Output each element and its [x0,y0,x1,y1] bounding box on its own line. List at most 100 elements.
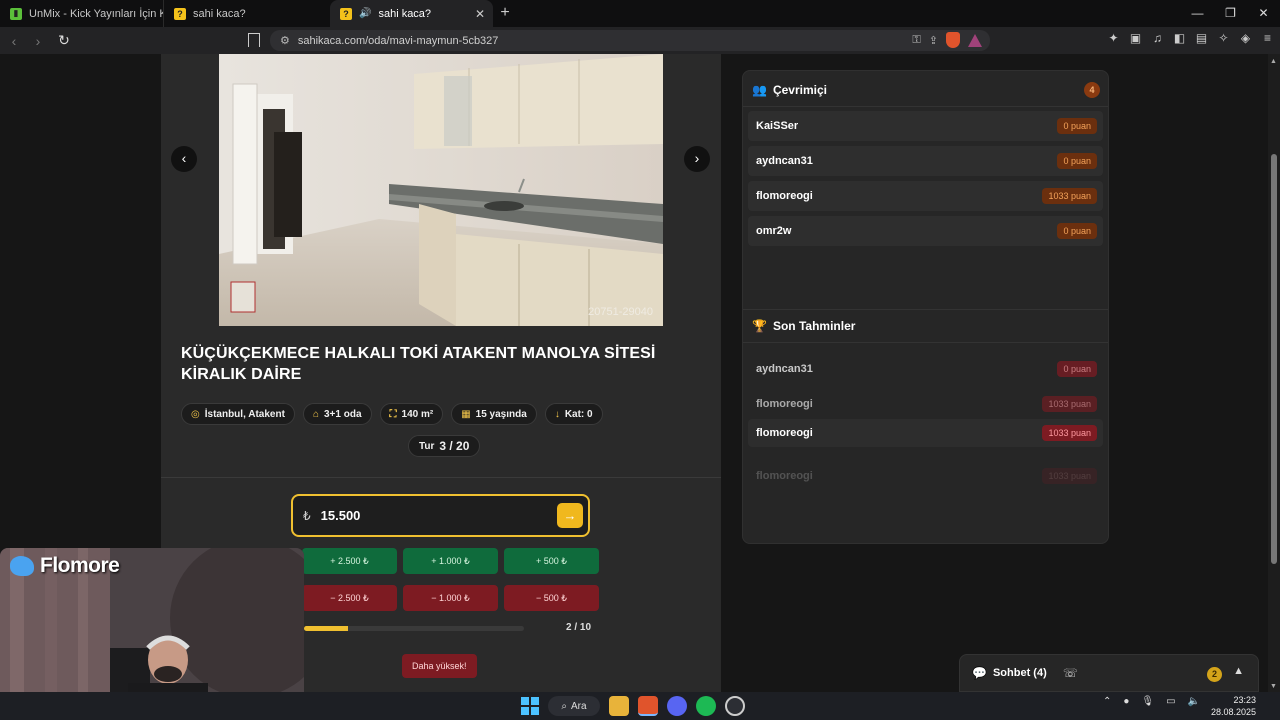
share-icon[interactable]: ⇪ [929,34,938,47]
window-controls: — ❐ ✕ [1181,0,1280,27]
brave-rewards-icon[interactable] [968,33,982,47]
clock-time: 23:23 [1233,695,1256,705]
guess-row: flomoreogi 1033 puan [748,419,1103,447]
streamer-name-text: Flomore [40,554,120,577]
brave-browser-icon[interactable] [638,696,658,716]
area-icon: ⛶ [389,408,397,420]
attempts-progress [304,626,524,631]
guess-input[interactable] [320,508,521,523]
plus-2500-button[interactable]: + 2.500 ₺ [302,548,397,574]
key-icon[interactable]: ⚿ [912,34,920,47]
bookmark-icon[interactable] [248,33,260,47]
chat-unread-badge: 2 [1207,667,1222,682]
unmix-favicon: ▮ [10,7,22,20]
player-points: 0 puan [1057,153,1097,169]
minus-1000-button[interactable]: − 1.000 ₺ [403,585,498,611]
location-chip: ◎ İstanbul, Atakent [181,403,295,425]
new-tab-button[interactable]: + [493,0,517,27]
reload-icon[interactable]: ↻ [54,32,74,49]
phone-icon[interactable]: ☏ [1063,666,1078,680]
search-label: Ara [571,700,587,712]
plus-1000-button[interactable]: + 1.000 ₺ [403,548,498,574]
chat-bar[interactable]: 💬 Sohbet (4) ☏ 2 ▲ [959,654,1259,692]
display-icon[interactable]: ▭ [1166,696,1175,707]
twitter-icon [10,556,34,576]
vpn-icon[interactable]: ◈ [1239,31,1252,45]
brave-shield-icon[interactable] [946,32,960,48]
chip-label: İstanbul, Atakent [204,408,285,420]
next-photo-button[interactable]: › [684,146,710,172]
online-count-badge: 4 [1084,82,1100,98]
recent-guesses-title: Son Tahminler [772,319,856,333]
site-settings-icon[interactable]: ⚙ [280,34,290,47]
floor-icon: ↓ [554,408,560,420]
scroll-down-icon[interactable]: ▼ [1270,683,1277,690]
decrease-buttons: − 2.500 ₺ − 1.000 ₺ − 500 ₺ [302,585,599,611]
minus-500-button[interactable]: − 500 ₺ [504,585,599,611]
tab-sahikaca-1[interactable]: ? sahi kaca? [163,0,328,27]
file-explorer-icon[interactable] [609,696,629,716]
chip-label: 140 m² [401,408,434,420]
plus-500-button[interactable]: + 500 ₺ [504,548,599,574]
guess-player: flomoreogi [756,470,813,482]
chip-label: 3+1 oda [323,408,362,420]
tray-expand-icon[interactable]: ⌃ [1103,696,1111,707]
tab-label: sahi kaca? [193,7,246,20]
windows-taskbar: ⌕ Ara ⌃ ● 🎙 ▭ 🔈 23:23 28.08.2025 [0,692,1280,720]
trophy-icon: 🏆 [752,319,767,333]
listing-title: KÜÇÜKÇEKMECE HALKALI TOKİ ATAKENT MANOLY… [181,345,656,383]
divider [161,477,721,478]
screenshot-icon[interactable]: ▣ [1129,31,1142,45]
listing-photo: 20751-29040 [219,54,663,326]
tab-unmix[interactable]: ▮ UnMix - Kick Yayınları İçin Kelime Bu [0,0,163,27]
page-scrollbar[interactable]: ▲ ▼ [1268,54,1280,692]
windows-start-icon[interactable] [521,697,539,715]
player-row: flomoreogi 1033 puan [748,181,1103,211]
forward-icon[interactable]: › [28,33,48,49]
restore-icon[interactable]: ❐ [1214,0,1247,27]
volume-icon[interactable]: 🔈 [1188,696,1200,707]
minimize-icon[interactable]: — [1181,0,1214,27]
tab-label: UnMix - Kick Yayınları İçin Kelime Bu [29,7,163,20]
round-indicator: Tur 3 / 20 [408,435,481,457]
chip-label: 15 yaşında [475,408,527,420]
tab-sahikaca-active[interactable]: ? 🔊 sahi kaca? ✕ [330,0,493,27]
spotify-icon[interactable] [696,696,716,716]
minus-2500-button[interactable]: − 2.500 ₺ [302,585,397,611]
player-name: flomoreogi [756,190,813,202]
extensions-bar: ✦ ▣ ♫ ◧ ▤ ✧ ◈ ≡ [1107,31,1274,45]
discord-icon[interactable] [667,696,687,716]
submit-guess-button[interactable]: → [557,503,583,528]
search-icon: ⌕ [561,700,568,712]
clock-date: 28.08.2025 [1210,707,1256,717]
tray-app-icon[interactable]: ● [1123,696,1129,707]
menu-icon[interactable]: ≡ [1261,31,1274,45]
scroll-up-icon[interactable]: ▲ [1270,58,1277,65]
prev-photo-button[interactable]: ‹ [171,146,197,172]
microphone-icon[interactable]: 🎙 [1141,696,1154,707]
player-row: aydncan31 0 puan [748,146,1103,176]
player-row: KaiSSer 0 puan [748,111,1103,141]
age-chip: ▦ 15 yaşında [451,403,537,425]
guess-points: 1033 puan [1042,468,1097,484]
music-icon[interactable]: ♫ [1151,31,1164,45]
taskbar-search[interactable]: ⌕ Ara [548,696,600,716]
wallet-icon[interactable]: ▤ [1195,31,1208,45]
photo-watermark: 20751-29040 [588,306,653,318]
guess-points: 1033 puan [1042,425,1097,441]
sidebar-icon[interactable]: ◧ [1173,31,1186,45]
online-title: Çevrimiçi [772,82,827,97]
taskbar-clock[interactable]: 23:23 28.08.2025 [1211,694,1256,718]
close-window-icon[interactable]: ✕ [1247,0,1280,27]
address-bar[interactable]: ⚙ sahikaca.com/oda/mavi-maymun-5cb327 ⚿ … [270,30,990,51]
close-tab-icon[interactable]: ✕ [475,7,485,21]
obs-icon[interactable] [725,696,745,716]
player-name: KaiSSer [756,120,799,132]
round-value: 3 / 20 [439,439,470,453]
leo-ai-icon[interactable]: ✧ [1217,31,1230,45]
chevron-up-icon[interactable]: ▲ [1233,665,1244,677]
extensions-icon[interactable]: ✦ [1107,31,1120,45]
side-panel: 👥 Çevrimiçi 4 KaiSSer 0 puan aydncan31 0… [742,70,1109,544]
back-icon[interactable]: ‹ [4,33,24,49]
scroll-thumb[interactable] [1271,154,1277,564]
